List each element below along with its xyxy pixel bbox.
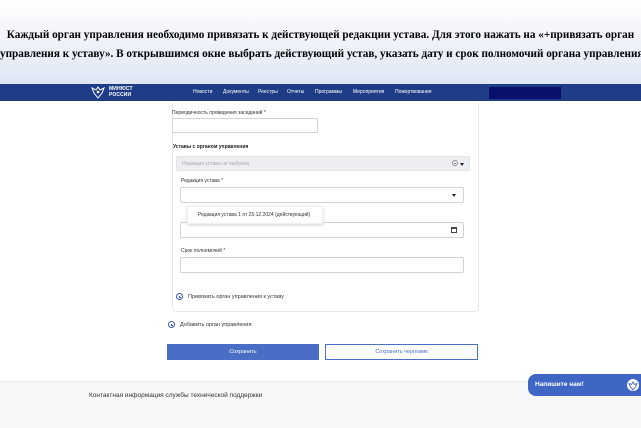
meeting-frequency-label: Периодичность проведения заседаний * xyxy=(172,110,266,116)
clear-selection-icon[interactable] xyxy=(452,160,458,166)
nav-news[interactable]: Новости xyxy=(193,89,212,95)
calendar-icon[interactable] xyxy=(451,227,457,233)
save-button[interactable]: Сохранить xyxy=(167,344,319,360)
charter-edition-label: Редакция устава * xyxy=(181,178,224,184)
charter-edition-dropdown-menu: Редакция устава 1 от 25.12.2024 (действу… xyxy=(187,206,323,224)
chevron-down-icon[interactable] xyxy=(460,163,464,166)
eagle-emblem-icon xyxy=(91,86,105,99)
term-input[interactable] xyxy=(180,257,464,273)
charter-edition-placeholder: Редакция устава не выбрана xyxy=(182,161,250,167)
nav-registries[interactable]: Реестры xyxy=(258,89,278,95)
caption-line-1: Каждый орган управления необходимо привя… xyxy=(6,29,635,41)
caption-line-2: управления к уставу». В открывшимся окне… xyxy=(0,48,641,60)
nav-reports[interactable]: Отчеты xyxy=(287,89,304,95)
charter-edition-dropdown[interactable] xyxy=(180,187,464,203)
chat-emblem-icon xyxy=(627,379,639,391)
nav-donations[interactable]: Пожертвования xyxy=(395,89,431,95)
chat-widget-button[interactable]: Напишите нам! xyxy=(528,374,641,396)
charters-section-title: Уставы с органом управления xyxy=(173,144,249,150)
nav-events[interactable]: Мероприятия xyxy=(353,89,384,95)
logo-line-2: РОССИИ xyxy=(109,91,132,98)
plus-circle-icon[interactable] xyxy=(176,293,183,300)
header-search-box[interactable] xyxy=(489,87,561,99)
bind-to-charter-link[interactable]: Привязать орган управления к уставу xyxy=(188,294,284,300)
support-contact-text[interactable]: Контактная информация службы технической… xyxy=(89,392,262,399)
instruction-caption: Каждый орган управления необходимо привя… xyxy=(0,0,641,84)
term-label: Срок полномочий * xyxy=(181,248,226,254)
logo-text: МИНЮСТ РОССИИ xyxy=(109,86,133,98)
meeting-frequency-input[interactable] xyxy=(172,118,318,133)
charter-edition-select[interactable]: Редакция устава не выбрана xyxy=(176,156,470,171)
add-governing-body-link[interactable]: Добавить орган управления xyxy=(180,322,251,328)
chat-label: Напишите нам! xyxy=(535,381,584,388)
nav-documents[interactable]: Документы xyxy=(223,89,249,95)
dropdown-option-edition-1[interactable]: Редакция устава 1 от 25.12.2024 (действу… xyxy=(198,212,310,218)
nav-programs[interactable]: Программы xyxy=(315,89,342,95)
site-logo[interactable]: МИНЮСТ РОССИИ xyxy=(90,85,133,100)
chevron-down-icon[interactable] xyxy=(452,194,456,197)
save-draft-button[interactable]: Сохранить черновик xyxy=(325,344,478,360)
plus-circle-icon[interactable] xyxy=(168,321,175,328)
date-input[interactable] xyxy=(180,222,464,238)
